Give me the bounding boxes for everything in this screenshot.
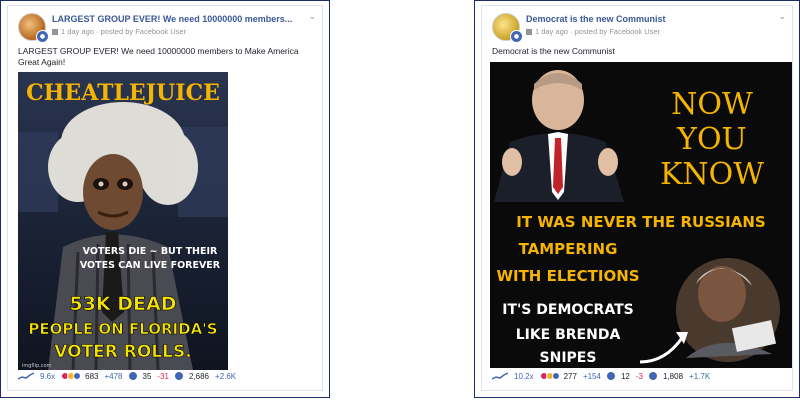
post-image[interactable]: CHEATLEJUICE VOTERS DIE ~ BUT THEIR VOTE… xyxy=(18,72,228,370)
post-text: Democrat is the new Communist xyxy=(492,46,615,56)
comment-icon xyxy=(128,372,137,380)
meme-line-5: LIKE BRENDA xyxy=(516,327,621,343)
meme-bottom-line-2: PEOPLE ON FLORIDA'S xyxy=(28,320,217,338)
reactions-icon xyxy=(539,372,560,380)
comments-delta: -3 xyxy=(635,371,643,381)
shares-count: 1,808 xyxy=(663,371,684,381)
meme-bottom-line-3: VOTER ROLLS. xyxy=(54,342,191,362)
reactions-count: 683 xyxy=(85,371,99,381)
share-icon xyxy=(174,372,183,380)
meme-line-2: TAMPERING xyxy=(519,240,618,258)
meme-top-text: CHEATLEJUICE xyxy=(26,80,220,106)
post-stats-bar: 9.6x 683 +478 35 -31 2,686 +2.6K xyxy=(18,370,314,382)
comments-count: 35 xyxy=(142,371,152,381)
reactions-count: 277 xyxy=(563,371,577,381)
meme-line-4: IT'S DEMOCRATS xyxy=(502,302,633,318)
post-card: ● LARGEST GROUP EVER! We need 10000000 m… xyxy=(0,0,330,398)
post-card: ● Democrat is the new Communist 1 day ag… xyxy=(474,0,800,398)
meme-line-3: WITH ELECTIONS xyxy=(496,267,639,285)
chevron-down-icon[interactable]: ⌄ xyxy=(308,12,316,22)
post-stats-bar: 10.2x 277 +154 12 -3 1,808 +1.7K xyxy=(492,370,784,382)
chevron-down-icon[interactable]: ⌄ xyxy=(778,12,786,22)
overperforming-score[interactable]: 9.6x xyxy=(40,372,55,381)
overperforming-score[interactable]: 10.2x xyxy=(514,372,534,381)
group-badge-icon: ● xyxy=(36,30,49,43)
reactions-delta: +154 xyxy=(582,371,601,381)
meme-image: CHEATLEJUICE VOTERS DIE ~ BUT THEIR VOTE… xyxy=(18,72,228,370)
meme-bottom-line-1: 53K DEAD xyxy=(69,293,176,315)
shares-delta: +1.7K xyxy=(689,371,711,381)
group-avatar[interactable]: ● xyxy=(18,13,49,43)
post-card-body: ● Democrat is the new Communist 1 day ag… xyxy=(481,5,793,391)
post-card-body: ● LARGEST GROUP EVER! We need 10000000 m… xyxy=(7,5,323,391)
trend-line-icon xyxy=(492,372,508,380)
meme-headline-1: NOW xyxy=(671,87,753,122)
meme-line-1: IT WAS NEVER THE RUSSIANS xyxy=(516,213,765,231)
post-meta-text: 1 day ago · posted by Facebook User xyxy=(535,27,661,36)
post-meta: 1 day ago · posted by Facebook User xyxy=(526,27,660,36)
meme-line-6: SNIPES xyxy=(540,350,597,366)
post-image[interactable]: NOW YOU KNOW IT WAS NEVER THE RUSSIANS T… xyxy=(490,62,792,368)
reactions-icon xyxy=(61,372,82,380)
group-title-link[interactable]: LARGEST GROUP EVER! We need 10000000 mem… xyxy=(52,14,298,24)
reactions-delta: +478 xyxy=(104,371,123,381)
shares-count: 2,686 xyxy=(188,371,210,381)
comments-count: 12 xyxy=(620,371,630,381)
post-text: LARGEST GROUP EVER! We need 10000000 mem… xyxy=(18,46,299,67)
meme-middle-text-1: VOTERS DIE ~ BUT THEIR xyxy=(83,246,218,257)
meme-watermark: imgflip.com xyxy=(22,363,52,369)
group-icon xyxy=(526,29,532,35)
group-title-link[interactable]: Democrat is the new Communist xyxy=(526,14,768,24)
comments-delta: -31 xyxy=(157,371,169,381)
shares-delta: +2.6K xyxy=(215,371,237,381)
meme-image: NOW YOU KNOW IT WAS NEVER THE RUSSIANS T… xyxy=(490,62,792,368)
share-icon xyxy=(649,372,657,380)
group-icon xyxy=(52,29,58,35)
post-meta: 1 day ago · posted by Facebook User xyxy=(52,27,186,36)
group-badge-icon: ● xyxy=(510,30,523,43)
meme-middle-text-2: VOTES CAN LIVE FOREVER xyxy=(80,260,221,271)
comment-icon xyxy=(606,372,615,380)
meme-headline-3: KNOW xyxy=(660,157,764,192)
trend-line-icon xyxy=(18,372,34,380)
post-meta-text: 1 day ago · posted by Facebook User xyxy=(61,27,187,36)
group-avatar[interactable]: ● xyxy=(492,13,523,43)
meme-headline-2: YOU xyxy=(676,122,747,157)
